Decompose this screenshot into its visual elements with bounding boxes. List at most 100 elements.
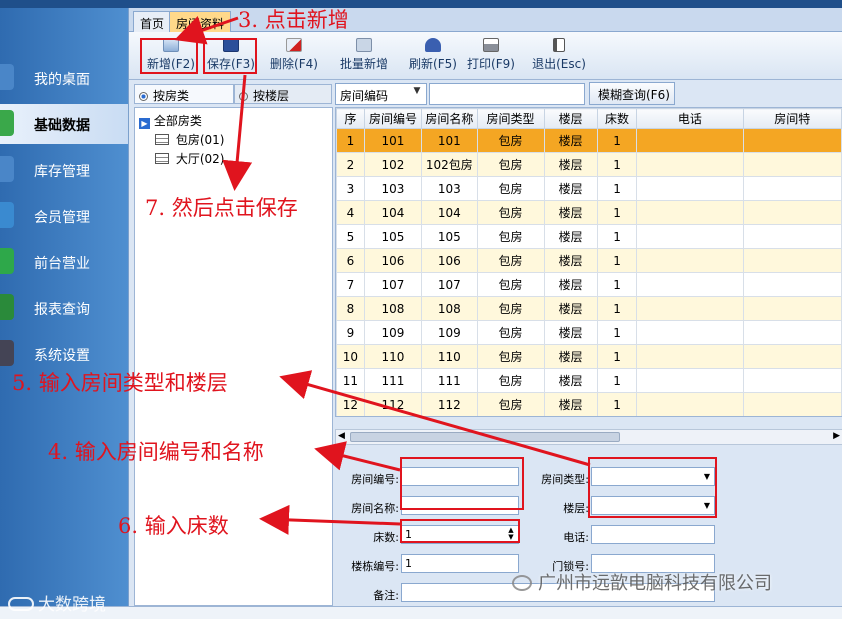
- tree-root[interactable]: ▶ 全部房类: [139, 112, 202, 129]
- highlight-save-button: [203, 38, 257, 74]
- table-cell: 1: [596, 272, 638, 297]
- tree-node-hall[interactable]: 大厅(02): [155, 150, 224, 167]
- table-row[interactable]: 7 107 107 包房 楼层 1: [336, 272, 842, 297]
- table-cell: 楼层: [543, 224, 598, 249]
- fuzzy-search-button[interactable]: 模糊查询(F6): [589, 82, 675, 105]
- remark-label: 备注:: [373, 589, 399, 602]
- column-header[interactable]: 房间名称: [421, 108, 478, 129]
- search-field-select[interactable]: 房间编码 ▼: [335, 83, 427, 105]
- column-header[interactable]: 序: [336, 108, 365, 129]
- print-button[interactable]: 打印(F9): [465, 36, 517, 76]
- radio-by-floor-label: 按楼层: [253, 89, 290, 103]
- column-header[interactable]: 床数: [596, 108, 638, 129]
- table-row[interactable]: 8 108 108 包房 楼层 1: [336, 296, 842, 321]
- radio-dot-icon: [139, 92, 148, 101]
- table-cell: 11: [336, 368, 365, 393]
- table-cell: [742, 392, 842, 416]
- sidebar-item-label: 前台营业: [34, 256, 90, 272]
- tree-node-private-room[interactable]: 包房(01): [155, 131, 224, 148]
- table-icon: [155, 153, 169, 164]
- tab-room-info[interactable]: 房间资料: [169, 11, 232, 32]
- radio-dot-icon: [239, 92, 248, 101]
- sidebar-item-label: 会员管理: [34, 210, 90, 226]
- column-header[interactable]: 房间特: [742, 108, 842, 129]
- exit-button[interactable]: 退出(Esc): [529, 36, 589, 76]
- highlight-type-floor: [588, 457, 717, 518]
- column-header[interactable]: 电话: [636, 108, 744, 129]
- batch-add-button[interactable]: 批量新增: [335, 36, 393, 76]
- sidebar-item-5[interactable]: 前台营业: [0, 242, 128, 282]
- table-cell: 112: [421, 392, 478, 416]
- table-row[interactable]: 3 103 103 包房 楼层 1: [336, 176, 842, 201]
- table-cell: 楼层: [543, 128, 598, 153]
- table-cell: 包房: [476, 392, 545, 416]
- table-cell: 9: [336, 320, 365, 345]
- search-input[interactable]: [429, 83, 585, 105]
- exit-icon: [553, 38, 565, 52]
- table-cell: 1: [596, 344, 638, 369]
- table-row[interactable]: 1 101 101 包房 楼层 1: [336, 128, 842, 153]
- sidebar-nav: 我的桌面基础数据库存管理会员管理前台营业报表查询系统设置: [0, 8, 128, 606]
- radio-by-floor[interactable]: 按楼层: [234, 84, 332, 104]
- table-cell: [742, 320, 842, 345]
- refresh-button[interactable]: 刷新(F5): [407, 36, 459, 76]
- table-cell: 楼层: [543, 320, 598, 345]
- table-cell: [742, 248, 842, 273]
- sidebar-item-label: 基础数据: [34, 118, 90, 134]
- radio-by-type[interactable]: 按房类: [134, 84, 234, 104]
- sidebar-item-3[interactable]: 库存管理: [0, 150, 128, 190]
- table-row[interactable]: 12 112 112 包房 楼层 1: [336, 392, 842, 416]
- table-cell: 110: [363, 344, 423, 369]
- members-icon: [0, 202, 14, 228]
- sidebar-item-2[interactable]: 基础数据: [0, 104, 128, 144]
- annotation-step6: 6. 输入床数: [118, 514, 229, 538]
- room-grid: 序房间编号 房间名称 房间类型 楼层 床数 电话 房间特 1 101 101 包房 楼层 1 2 102 1…: [335, 107, 842, 417]
- delete-button-label: 删除(F4): [270, 57, 318, 71]
- print-button-label: 打印(F9): [467, 57, 515, 71]
- watermark-right-text: 广州市远歆电脑科技有限公司: [538, 573, 772, 594]
- horizontal-scrollbar[interactable]: ◀ ▶: [335, 429, 842, 445]
- table-cell: 10: [336, 344, 365, 369]
- table-cell: 楼层: [543, 248, 598, 273]
- table-cell: 包房: [476, 128, 545, 153]
- table-cell: 包房: [476, 320, 545, 345]
- table-cell: [636, 272, 744, 297]
- room-name-label: 房间名称:: [351, 502, 399, 515]
- table-row[interactable]: 6 106 106 包房 楼层 1: [336, 248, 842, 273]
- table-row[interactable]: 11 111 111 包房 楼层 1: [336, 368, 842, 393]
- table-cell: 楼层: [543, 368, 598, 393]
- table-row[interactable]: 10 110 110 包房 楼层 1: [336, 344, 842, 369]
- delete-icon: [286, 38, 302, 52]
- table-row[interactable]: 2 102 102包房 包房 楼层 1: [336, 152, 842, 177]
- tab-home[interactable]: 首页: [133, 11, 172, 32]
- table-row[interactable]: 4 104 104 包房 楼层 1: [336, 200, 842, 225]
- building-field[interactable]: 1: [401, 554, 519, 573]
- column-header[interactable]: 房间编号: [363, 108, 423, 129]
- exit-button-label: 退出(Esc): [532, 57, 586, 71]
- tree-root-label: 全部房类: [153, 114, 202, 128]
- phone-field[interactable]: [591, 525, 715, 544]
- sidebar-item-4[interactable]: 会员管理: [0, 196, 128, 236]
- scroll-right-icon[interactable]: ▶: [833, 431, 840, 441]
- table-cell: 5: [336, 224, 365, 249]
- table-row[interactable]: 9 109 109 包房 楼层 1: [336, 320, 842, 345]
- table-cell: 106: [421, 248, 478, 273]
- chart-icon: [0, 294, 14, 320]
- table-cell: 楼层: [543, 176, 598, 201]
- table-cell: 108: [363, 296, 423, 321]
- table-cell: 111: [421, 368, 478, 393]
- filter-row: 按房类 按楼层 房间编码 ▼ 模糊查询(F6): [129, 80, 842, 106]
- sidebar-item-1[interactable]: 我的桌面: [0, 58, 128, 98]
- table-row[interactable]: 5 105 105 包房 楼层 1: [336, 224, 842, 249]
- sidebar-item-6[interactable]: 报表查询: [0, 288, 128, 328]
- main-panel: 首页 房间资料 新增(F2) 保存(F3) 删除(F4) 批量新增 刷新(F5)…: [128, 8, 842, 606]
- column-header[interactable]: 房间类型: [476, 108, 545, 129]
- scroll-left-icon[interactable]: ◀: [338, 431, 345, 441]
- scroll-thumb[interactable]: [350, 432, 620, 442]
- delete-button[interactable]: 删除(F4): [267, 36, 321, 76]
- watermark-left-text: 大数跨境: [38, 595, 106, 615]
- column-header[interactable]: 楼层: [543, 108, 598, 129]
- sidebar-item-label: 系统设置: [34, 348, 90, 364]
- table-cell: 8: [336, 296, 365, 321]
- gear-icon: [0, 340, 14, 366]
